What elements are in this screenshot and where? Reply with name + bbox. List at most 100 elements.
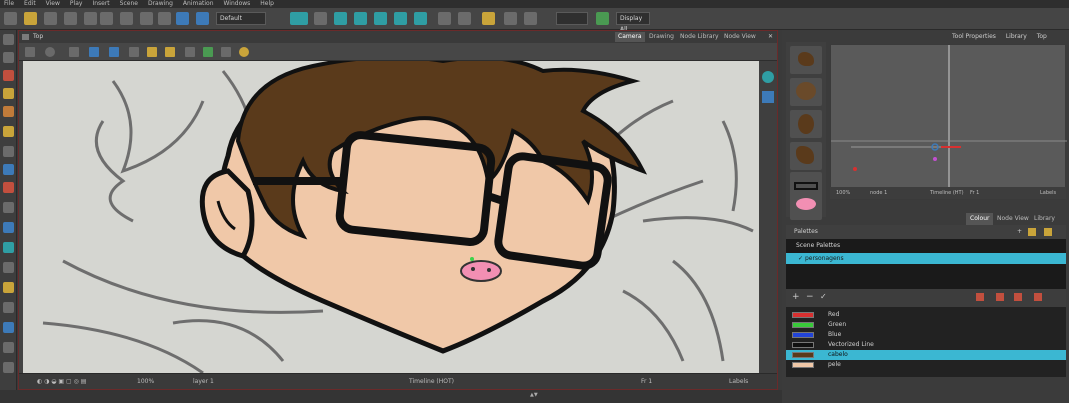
animate-icon[interactable] bbox=[438, 12, 451, 25]
tab-library[interactable]: Library bbox=[1006, 33, 1027, 40]
swatch-row[interactable]: Green bbox=[786, 320, 1066, 330]
save-icon[interactable] bbox=[44, 12, 57, 25]
translate-icon[interactable] bbox=[314, 12, 327, 25]
panel-close-icon[interactable]: ✕ bbox=[768, 31, 773, 43]
view-options-icon[interactable] bbox=[762, 91, 774, 103]
thumbnail-face[interactable] bbox=[790, 110, 822, 138]
swatch-row[interactable]: pele bbox=[786, 360, 1066, 370]
paste-icon[interactable] bbox=[176, 12, 189, 25]
tab-colour[interactable]: Colour bbox=[966, 213, 994, 225]
pivot-tool-icon[interactable] bbox=[3, 362, 14, 373]
bone-tool-icon[interactable] bbox=[3, 342, 14, 353]
swatch-row[interactable]: Vectorized Line bbox=[786, 340, 1066, 350]
swatch-row[interactable]: Red bbox=[786, 310, 1066, 320]
tab-drawing[interactable]: Drawing bbox=[646, 32, 677, 42]
tab-node-library[interactable]: Node Library bbox=[677, 32, 722, 42]
onion-skin-toggle-icon[interactable] bbox=[239, 47, 249, 57]
palette-row-personagens[interactable]: ✓ personagens bbox=[786, 253, 1066, 264]
skew-icon[interactable] bbox=[374, 12, 387, 25]
redo-icon[interactable] bbox=[120, 12, 133, 25]
contour-editor-icon[interactable] bbox=[3, 52, 14, 63]
menu-windows[interactable]: Windows bbox=[224, 0, 251, 8]
set-keyframe-icon[interactable] bbox=[482, 12, 495, 25]
menu-drawing[interactable]: Drawing bbox=[148, 0, 173, 8]
select-tool-icon[interactable] bbox=[3, 34, 14, 45]
open-folder-icon[interactable] bbox=[24, 12, 37, 25]
swatch-mode-icon[interactable] bbox=[976, 293, 984, 301]
drawing-canvas[interactable] bbox=[23, 61, 759, 373]
swatch-view-icon[interactable] bbox=[996, 293, 1004, 301]
rotate-icon[interactable] bbox=[334, 12, 347, 25]
menu-play[interactable]: Play bbox=[70, 0, 83, 8]
side-view-panel[interactable] bbox=[830, 44, 1067, 200]
menu-view[interactable]: View bbox=[46, 0, 60, 8]
workspace-select[interactable]: Default bbox=[216, 12, 266, 25]
spline-offset-icon[interactable] bbox=[414, 12, 427, 25]
brush-preset-icon[interactable] bbox=[203, 47, 213, 57]
new-scene-icon[interactable] bbox=[4, 12, 17, 25]
show-grid-icon[interactable] bbox=[89, 47, 99, 57]
remove-colour-icon[interactable]: − bbox=[806, 292, 814, 302]
paint-tool-icon[interactable] bbox=[3, 126, 14, 137]
zoom-tool-icon[interactable] bbox=[3, 302, 14, 313]
text-tool-icon[interactable] bbox=[3, 146, 14, 157]
settings-gear-icon[interactable] bbox=[45, 47, 55, 57]
preview-icon[interactable] bbox=[185, 47, 195, 57]
tab-camera[interactable]: Camera bbox=[615, 32, 645, 42]
ellipse-tool-icon[interactable] bbox=[3, 164, 14, 175]
transform-icon[interactable] bbox=[290, 12, 308, 25]
swatch-row[interactable]: cabelo bbox=[786, 350, 1066, 360]
add-palette-icon[interactable]: + bbox=[1017, 225, 1022, 239]
zoom-level[interactable]: 100% bbox=[137, 374, 154, 390]
maintain-size-icon[interactable] bbox=[394, 12, 407, 25]
stroke-icon[interactable] bbox=[221, 47, 231, 57]
easy-flip-icon[interactable] bbox=[504, 12, 517, 25]
view-reset-icon[interactable] bbox=[762, 71, 774, 83]
tab-node-view-2[interactable]: Node View bbox=[993, 213, 1033, 225]
stroke-tool-icon[interactable] bbox=[3, 262, 14, 273]
display-select[interactable]: Display All bbox=[616, 12, 650, 33]
cutter-tool-icon[interactable] bbox=[3, 242, 14, 253]
swatch-list-icon[interactable] bbox=[1014, 293, 1022, 301]
undo-icon[interactable] bbox=[100, 12, 113, 25]
menu-scene[interactable]: Scene bbox=[120, 0, 138, 8]
save-as-icon[interactable] bbox=[64, 12, 77, 25]
swatch-options-icon[interactable] bbox=[1034, 293, 1042, 301]
rotate-view-icon[interactable] bbox=[3, 222, 14, 233]
copy-icon[interactable] bbox=[158, 12, 171, 25]
swatch-row[interactable]: Blue bbox=[786, 330, 1066, 340]
thumbnail-hair-3[interactable] bbox=[790, 142, 822, 170]
tab-node-view[interactable]: Node View bbox=[721, 32, 759, 42]
flip-horizontal-icon[interactable] bbox=[524, 12, 537, 25]
thumbnail-hair-2[interactable] bbox=[790, 78, 822, 106]
layer-select[interactable] bbox=[556, 12, 588, 25]
tab-top[interactable]: Top bbox=[1037, 33, 1047, 40]
dropper-tool-icon[interactable] bbox=[3, 202, 14, 213]
palette-settings-icon[interactable] bbox=[1044, 228, 1052, 236]
menu-help[interactable]: Help bbox=[260, 0, 274, 8]
eraser-tool-icon[interactable] bbox=[3, 106, 14, 117]
side-zoom-level[interactable]: 100% bbox=[836, 187, 850, 199]
menu-edit[interactable]: Edit bbox=[24, 0, 36, 8]
menu-insert[interactable]: Insert bbox=[92, 0, 109, 8]
tab-library-2[interactable]: Library bbox=[1030, 213, 1059, 225]
palette-lock-icon[interactable] bbox=[1028, 228, 1036, 236]
colour-dropper-icon[interactable]: ✓ bbox=[820, 292, 827, 301]
render-icon[interactable] bbox=[196, 12, 209, 25]
collapse-handle-icon[interactable]: ▲▼ bbox=[530, 392, 538, 398]
selection-pivot-icon[interactable] bbox=[470, 257, 474, 261]
outline-icon[interactable] bbox=[129, 47, 139, 57]
thumbnail-hair[interactable] bbox=[790, 46, 822, 74]
line-tool-icon[interactable] bbox=[3, 182, 14, 193]
scale-icon[interactable] bbox=[354, 12, 367, 25]
display-icon[interactable] bbox=[596, 12, 609, 25]
import-icon[interactable] bbox=[84, 12, 97, 25]
menu-file[interactable]: File bbox=[4, 0, 14, 8]
brush-tool-icon[interactable] bbox=[3, 70, 14, 81]
lock-icon[interactable] bbox=[147, 47, 157, 57]
onion-icons[interactable]: ◐ ◑ ◒ ▣ ▢ ◎ ▤ bbox=[37, 374, 86, 390]
light-table-icon[interactable] bbox=[165, 47, 175, 57]
morph-tool-icon[interactable] bbox=[3, 322, 14, 333]
onion-skin-icon[interactable] bbox=[458, 12, 471, 25]
hand-tool-icon[interactable] bbox=[3, 282, 14, 293]
